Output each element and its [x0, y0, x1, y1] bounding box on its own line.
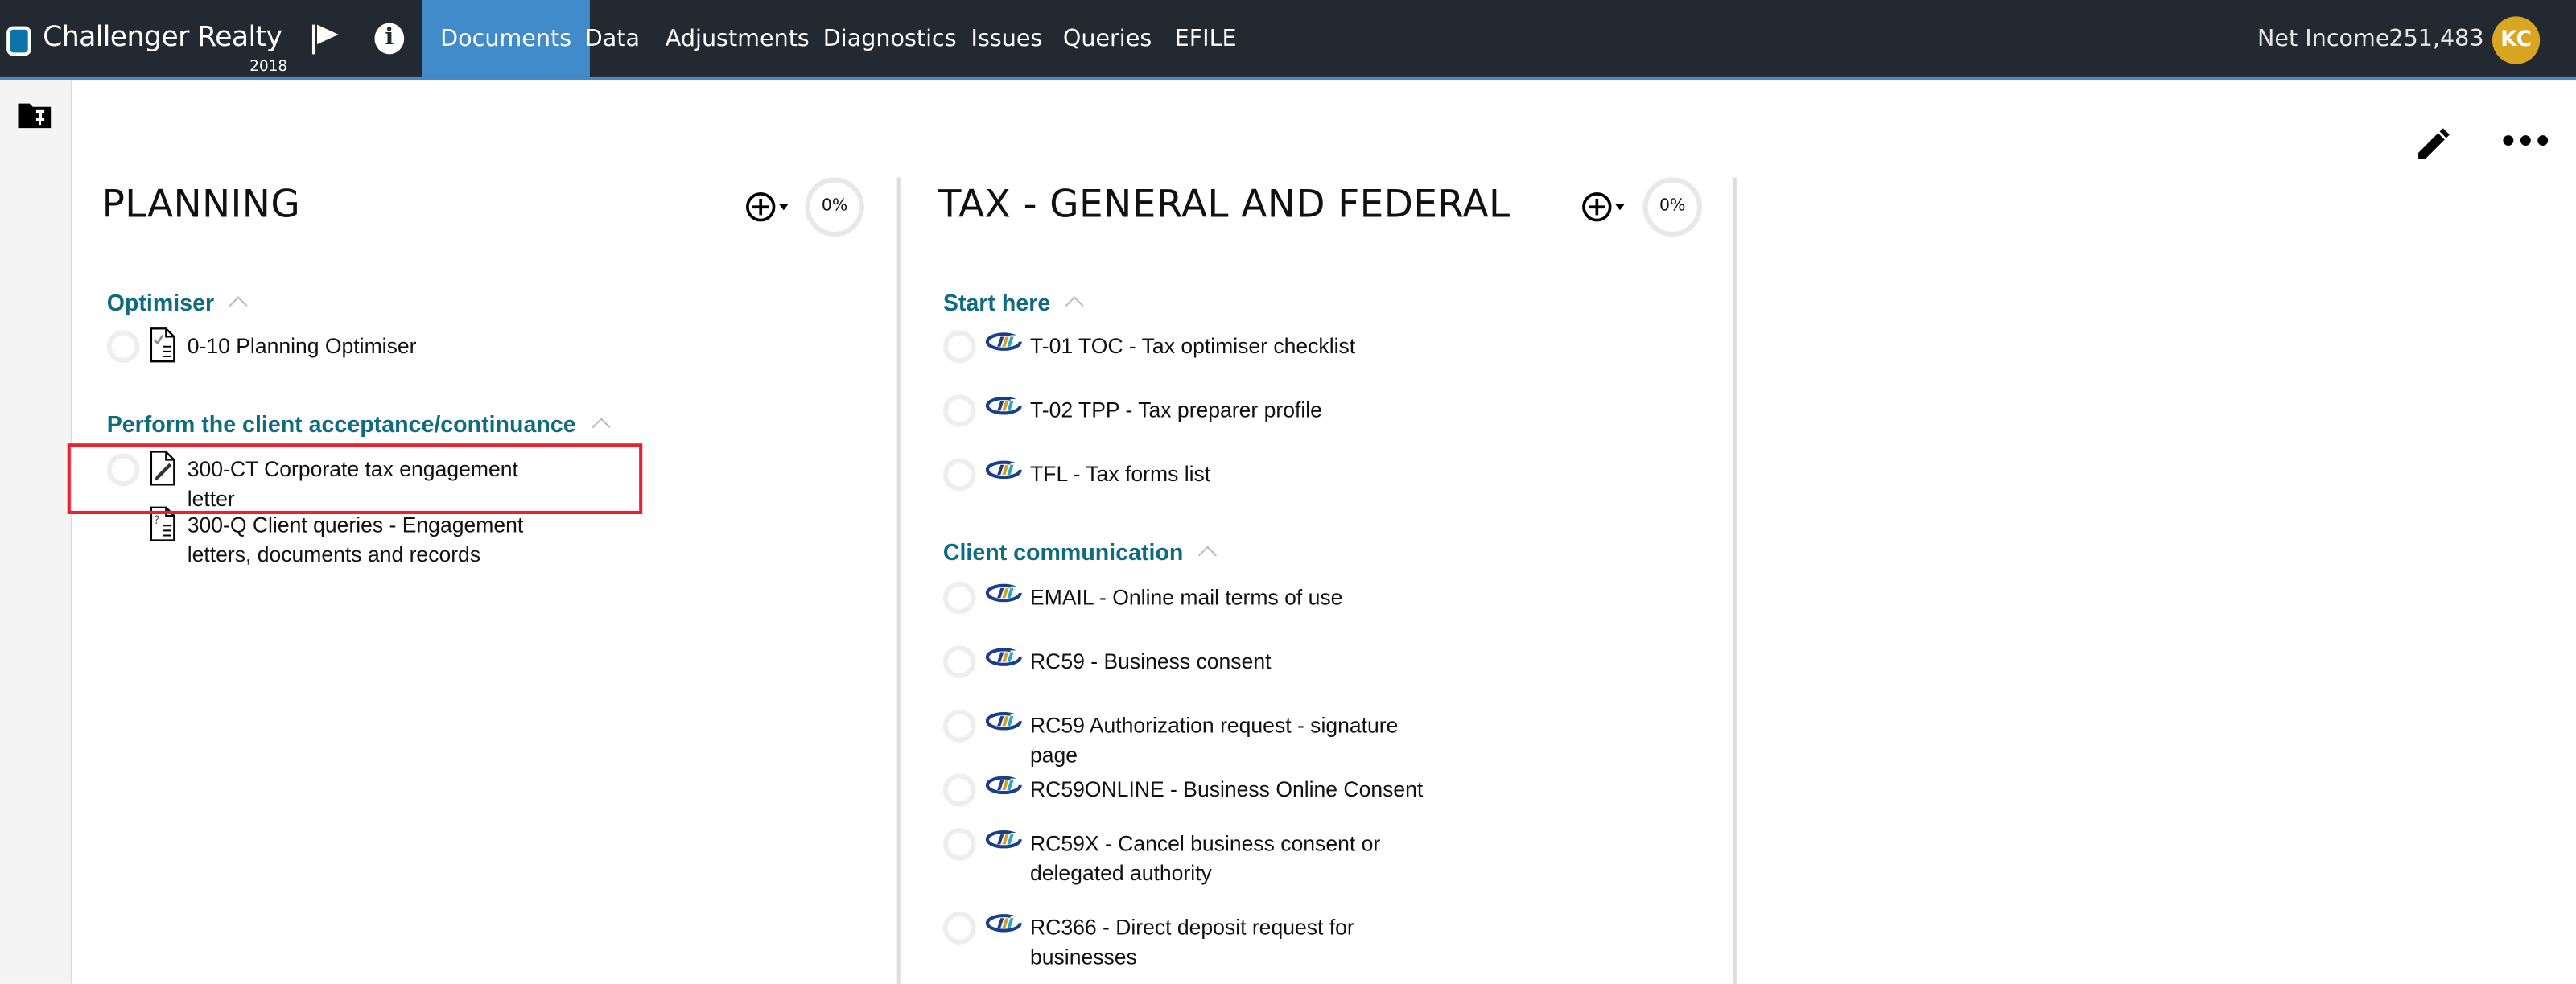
taxprep-logo-icon	[985, 711, 1022, 736]
completion-radio[interactable]	[942, 393, 976, 427]
user-avatar[interactable]: KC	[2492, 16, 2541, 64]
taxprep-logo-icon	[985, 776, 1022, 801]
completion-radio[interactable]	[942, 709, 976, 743]
document-item[interactable]: 0-10 Planning Optimiser	[106, 327, 550, 368]
document-label: RC59ONLINE - Business Online Consent	[1030, 776, 1424, 802]
taxprep-logo-icon	[985, 583, 1022, 608]
taxprep-logo-icon	[985, 460, 1022, 485]
tab-data[interactable]: Data	[567, 0, 657, 77]
progress-indicator: 0%	[1642, 177, 1702, 237]
completion-radio[interactable]	[106, 453, 140, 487]
column-title: TAX - GENERAL AND FEDERAL	[938, 183, 1511, 227]
tab-documents[interactable]: Documents	[422, 0, 590, 77]
document-item[interactable]: TFL - Tax forms list	[942, 458, 1436, 492]
tab-adjustments[interactable]: Adjustments	[647, 0, 827, 77]
top-nav-bar: Challenger Realty 2018 i Documents Data Ad…	[0, 0, 2576, 81]
add-document-button[interactable]	[746, 191, 789, 230]
section-heading[interactable]: Client communication	[942, 538, 1218, 566]
net-income-value: 251,483	[2388, 26, 2484, 53]
document-item[interactable]: T-02 TPP - Tax preparer profile	[942, 393, 1436, 427]
document-label: RC59 Authorization request - signature p…	[1030, 713, 1399, 768]
tab-efile[interactable]: EFILE	[1156, 0, 1255, 77]
flag-icon[interactable]	[311, 23, 342, 63]
completion-radio[interactable]	[942, 773, 976, 807]
taxprep-logo-icon	[985, 331, 1022, 356]
chevron-up-icon[interactable]	[591, 418, 610, 437]
completion-radio[interactable]	[942, 912, 976, 945]
document-item[interactable]: RC59 Authorization request - signature p…	[942, 709, 1436, 770]
progress-indicator: 0%	[805, 177, 864, 237]
document-item[interactable]: RC59 - Business consent	[942, 645, 1436, 679]
document-item[interactable]: RC366 - Direct deposit request for busin…	[942, 912, 1436, 972]
document-label: 300-CT Corporate tax engagement letter	[187, 456, 518, 511]
edit-pencil-icon[interactable]	[2417, 128, 2450, 167]
chevron-up-icon[interactable]	[1198, 546, 1218, 565]
completion-radio[interactable]	[106, 330, 140, 364]
document-item[interactable]: EMAIL - Online mail terms of use	[942, 581, 1436, 615]
tax-year: 2018	[249, 59, 288, 76]
document-column: TAX - GENERAL AND FEDERAL 0% Start here T-0…	[901, 177, 1737, 984]
section-heading[interactable]: Start here	[942, 289, 1085, 315]
document-item[interactable]: RC59X - Cancel business consent or deleg…	[942, 827, 1436, 888]
pinned-folder-icon[interactable]	[18, 102, 52, 135]
document-label: 300-Q Client queries - Engagement letter…	[187, 512, 524, 567]
client-name[interactable]: Challenger Realty	[43, 22, 282, 55]
checklist-doc-icon	[150, 327, 176, 368]
section-heading-label: Perform the client acceptance/continuanc…	[106, 410, 576, 438]
more-options-icon[interactable]: •••	[2499, 127, 2552, 157]
document-label: RC59 - Business consent	[1030, 648, 1272, 674]
document-label: RC59X - Cancel business consent or deleg…	[1030, 830, 1381, 886]
add-circle-icon	[1582, 192, 1626, 222]
chevron-up-icon[interactable]	[1065, 296, 1085, 315]
completion-radio[interactable]	[942, 581, 976, 615]
taxprep-logo-icon	[985, 913, 1022, 938]
net-income-label: Net Income	[2257, 26, 2390, 53]
taxprep-logo-icon	[985, 647, 1022, 672]
document-label: 0-10 Planning Optimiser	[187, 333, 417, 359]
section-heading-label: Start here	[942, 289, 1051, 315]
completion-radio[interactable]	[942, 330, 976, 364]
document-label: RC366 - Direct deposit request for busin…	[1030, 915, 1354, 970]
add-document-button[interactable]	[1582, 191, 1626, 230]
section-heading[interactable]: Perform the client acceptance/continuanc…	[106, 410, 610, 438]
app-logo-icon	[6, 26, 31, 56]
section-heading[interactable]: Optimiser	[106, 289, 249, 315]
column-title: PLANNING	[101, 183, 301, 227]
document-item[interactable]: RC59ONLINE - Business Online Consent	[942, 773, 1436, 807]
edit-doc-icon	[150, 450, 176, 491]
section-heading-label: Optimiser	[106, 289, 215, 315]
add-circle-icon	[746, 192, 789, 222]
tab-diagnostics[interactable]: Diagnostics	[805, 0, 975, 77]
document-label: TFL - Tax forms list	[1030, 461, 1211, 487]
info-icon[interactable]: i	[374, 23, 405, 55]
left-sidebar	[0, 80, 72, 984]
completion-radio[interactable]	[942, 458, 976, 492]
chevron-up-icon[interactable]	[229, 296, 249, 315]
completion-radio[interactable]	[942, 645, 976, 679]
section-heading-label: Client communication	[942, 538, 1184, 566]
query-doc-icon: ?	[150, 506, 176, 547]
document-label: EMAIL - Online mail terms of use	[1030, 584, 1343, 610]
document-label: T-02 TPP - Tax preparer profile	[1030, 397, 1322, 422]
tab-queries[interactable]: Queries	[1045, 0, 1169, 77]
document-label: T-01 TOC - Tax optimiser checklist	[1030, 333, 1356, 359]
svg-text:?: ?	[154, 514, 160, 527]
document-column: PLANNING 0% Optimiser 0-10 Planning Optimis…	[72, 177, 901, 984]
taxprep-logo-icon	[985, 396, 1022, 421]
document-item[interactable]: T-01 TOC - Tax optimiser checklist	[942, 330, 1436, 364]
completion-radio[interactable]	[942, 827, 976, 861]
document-item[interactable]: ? 300-Q Client queries - Engagement lette…	[107, 506, 550, 570]
taxprep-logo-icon	[985, 830, 1022, 854]
